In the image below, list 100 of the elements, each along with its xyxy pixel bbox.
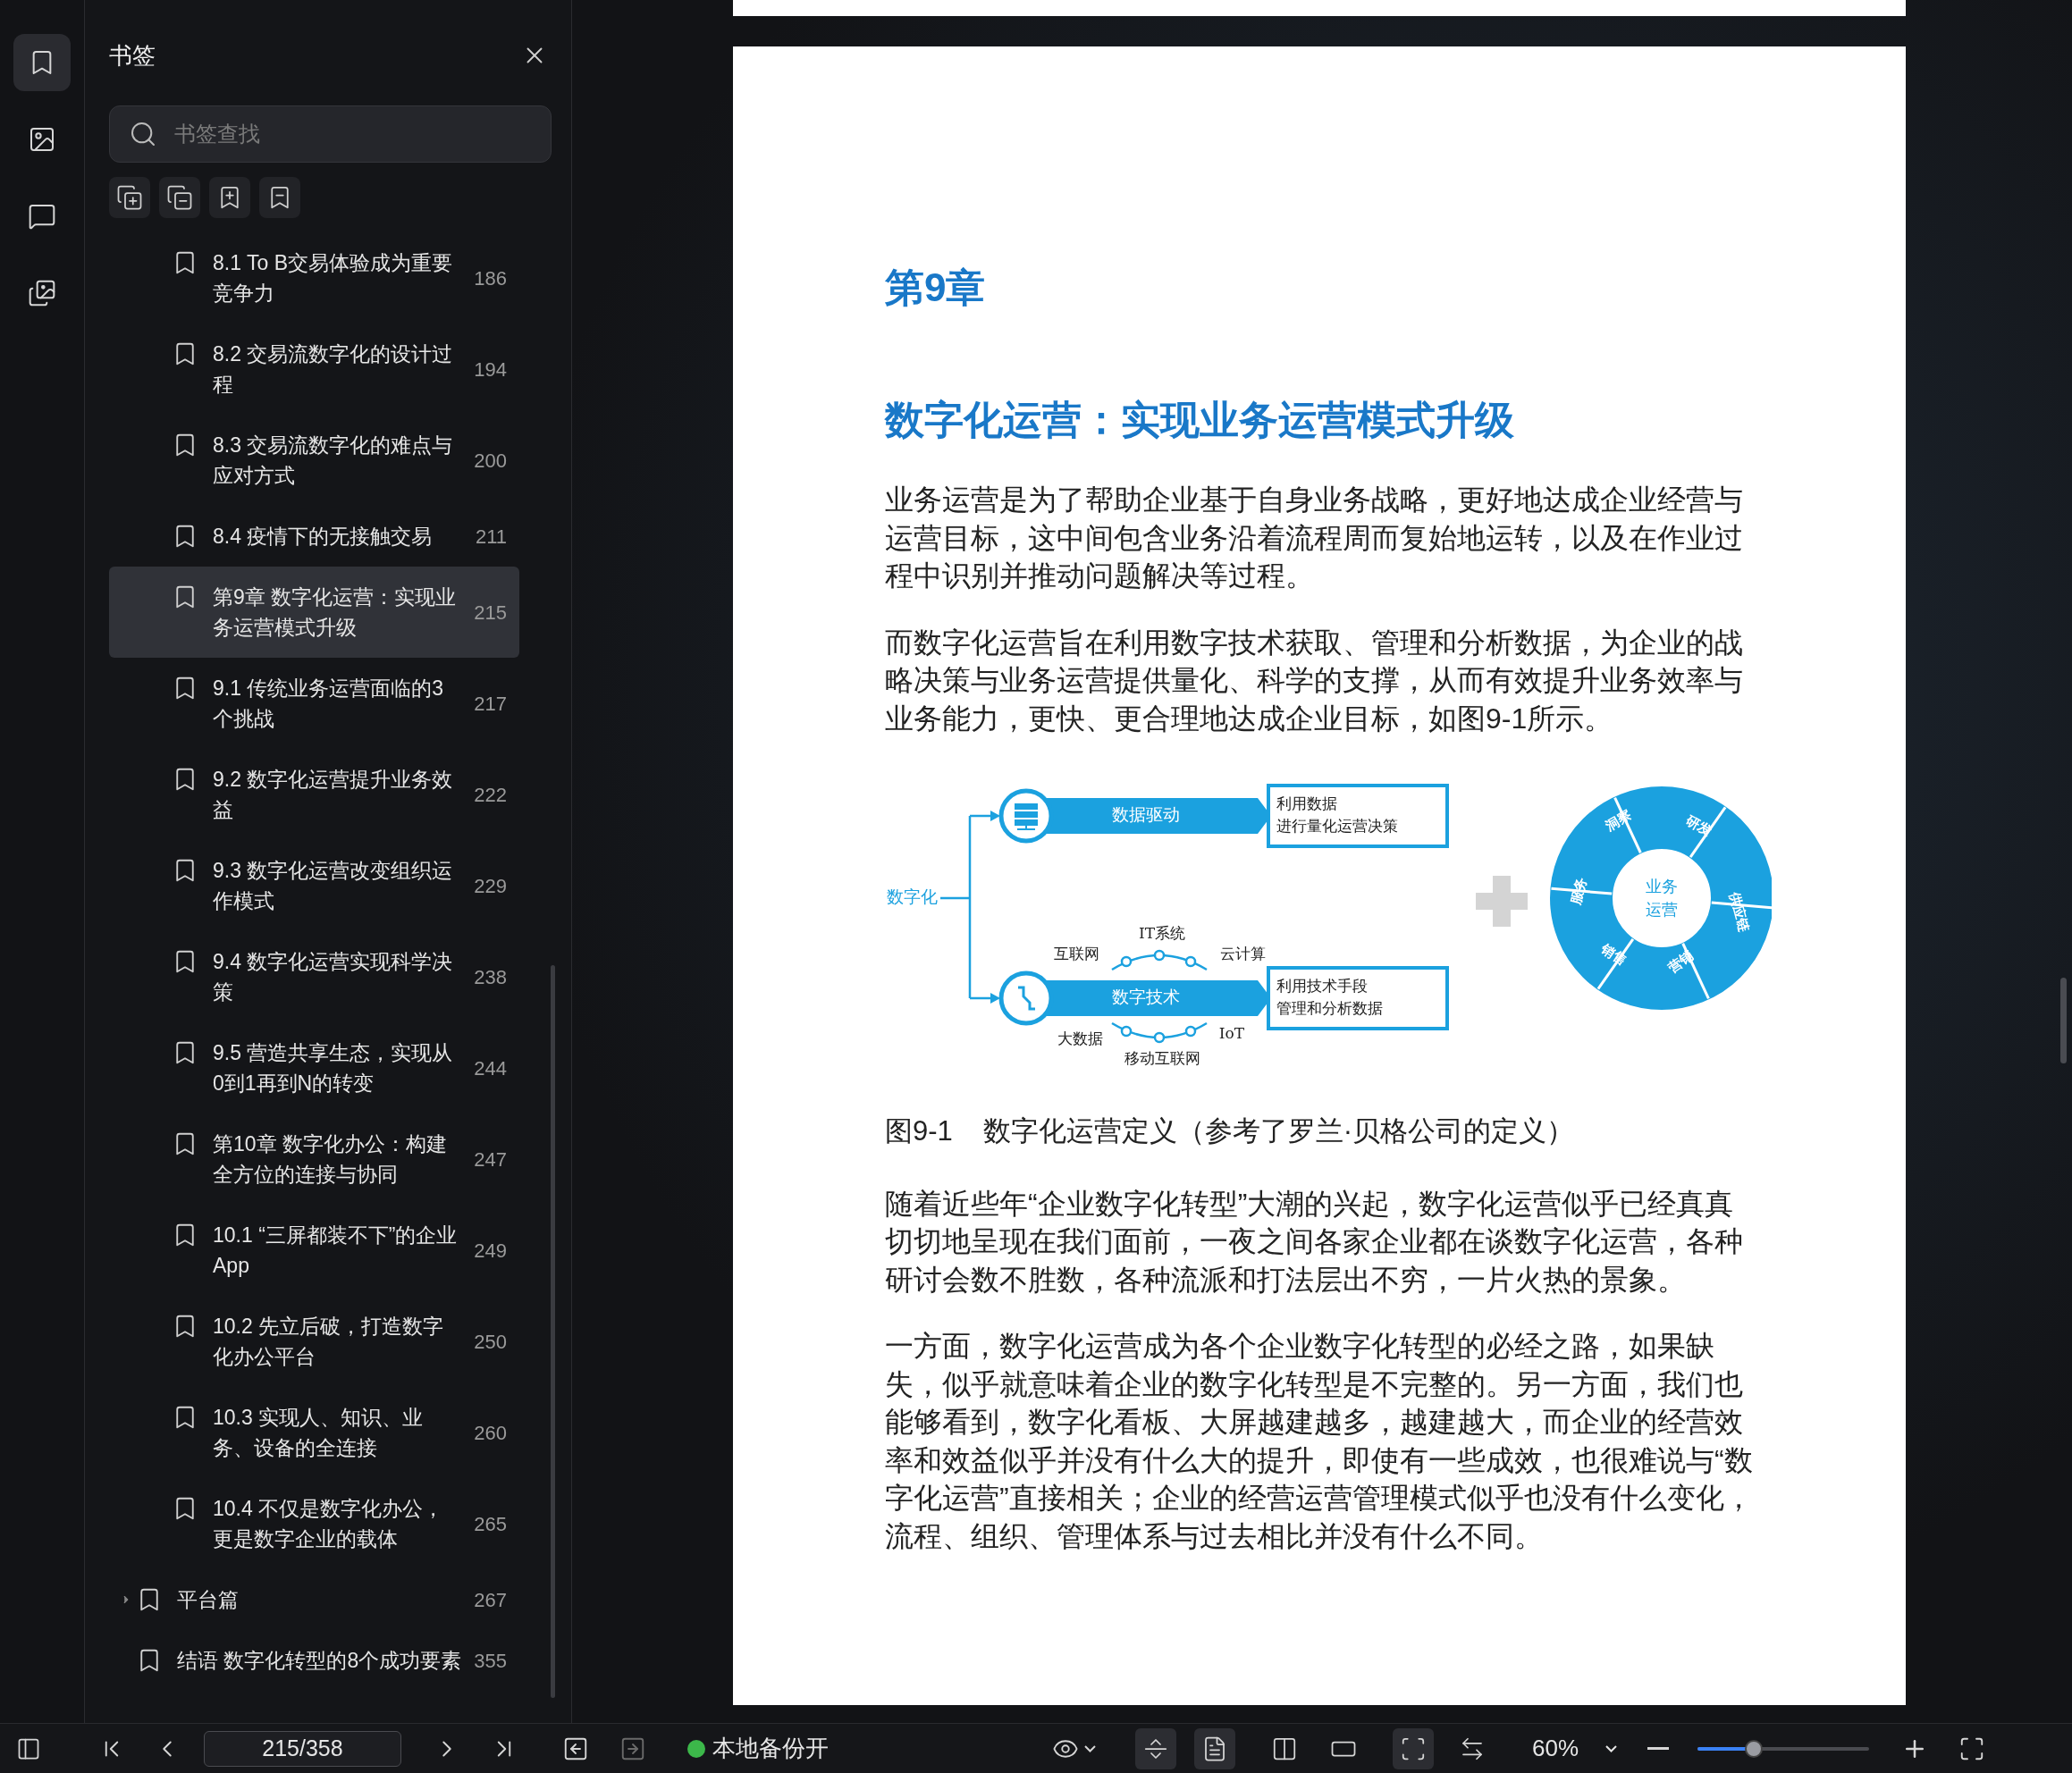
note-text: 进行量化运营决策	[1276, 818, 1398, 836]
bookmark-title: 10.4 不仅是数字化办公，更是数字企业的载体	[213, 1496, 445, 1552]
caret-icon	[1605, 1744, 1618, 1752]
view-mode-button[interactable]	[1194, 1727, 1235, 1769]
bookmark-item[interactable]: 第10章 数字化办公：构建全方位的连接与协同 247	[109, 1113, 519, 1205]
page-number: 267	[474, 1587, 507, 1613]
bookmark-item[interactable]: 9.5 营造共享生态，实现从0到1再到N的转变 244	[109, 1022, 519, 1113]
tech-label: IoT	[1218, 1023, 1245, 1042]
ring-center-label: 业务	[1646, 877, 1678, 895]
server-icon	[1015, 803, 1038, 830]
bookmark-title: 8.4 疫情下的无接触交易	[213, 524, 434, 550]
bookmark-title: 8.3 交易流数字化的难点与应对方式	[213, 433, 454, 489]
tech-label: IT系统	[1138, 923, 1186, 942]
body-paragraph: 而数字化运营旨在利用数字技术获取、管理和分析数据，为企业的战略决策与业务运营提供量化、科学的支撑，从而有效提升业务效率与业务能力，更快、更合理地达成企业目标，如图9-1所示。	[885, 625, 1743, 736]
body-paragraph: 业务运营是为了帮助企业基于自身业务战略，更好地达成企业经营与运营目标，这中间包含业务沿着流程周而复始地运转，以及在作业过程中识别并推动问题解决等过程。	[885, 483, 1743, 593]
tech-label: 移动互联网	[1124, 1048, 1200, 1067]
panel-title: 书签	[109, 40, 156, 71]
view-mode-button[interactable]	[1393, 1727, 1434, 1769]
body-paragraph: 一方面，数字化运营成为各个企业数字化转型的必经之路，如果缺失，似乎就意味着企业的数字化转型是不完整的。另一方面，我们也能够看到，数字化看板、大屏越建越多，越建越大，而企业的经营效率和效益似乎并没有什么大的提升，即使有一些成效，也很难说与“数字化运营”直接相关；企业的经营运营管理模式似乎也没有什么变化，流程、组织、管理体系与过去相比并没有什么不同。	[885, 1329, 1754, 1554]
bookmark-item[interactable]: 8.4 疫情下的无接触交易 211	[109, 506, 519, 567]
bookmark-item[interactable]: 10.4 不仅是数字化办公，更是数字企业的载体 265	[109, 1478, 519, 1569]
page-number: 244	[474, 1055, 507, 1081]
page-number: 186	[474, 265, 507, 291]
page-number: 194	[474, 357, 507, 382]
bookmark-item[interactable]: 9.3 数字化运营改变组织运作模式 229	[109, 840, 519, 931]
bookmark-item[interactable]: 10.3 实现人、知识、业务、设备的全连接 260	[109, 1387, 519, 1478]
bookmark-item[interactable]: 8.2 交易流数字化的设计过程 194	[109, 324, 519, 415]
bookmark-title: 9.4 数字化运营实现科学决策	[213, 949, 454, 1005]
scrollbar[interactable]	[2060, 978, 2067, 1063]
chapter-title: 数字化运营：实现业务运营模式升级	[885, 397, 1515, 443]
page-number: 355	[474, 1648, 507, 1674]
ring-center-label: 运营	[1646, 900, 1678, 919]
copy-plus-icon	[116, 184, 143, 211]
page-number: 229	[474, 873, 507, 899]
tool-button[interactable]	[159, 177, 200, 218]
rail-tab[interactable]	[13, 34, 71, 91]
bookmark-title: 8.2 交易流数字化的设计过程	[213, 341, 454, 398]
page-number: 211	[475, 524, 507, 550]
search-field[interactable]: 书签查找	[109, 105, 552, 163]
search-icon	[129, 120, 157, 148]
bookmark-item[interactable]: 平台篇 267	[109, 1569, 519, 1630]
figure-caption: 数字化运营定义（参考了罗兰·贝格公司的定义）	[982, 1114, 1575, 1148]
zoom-dropdown[interactable]: 60%	[1532, 1731, 1618, 1766]
bookmark-title: 第9章 数字化运营：实现业务运营模式升级	[213, 584, 458, 641]
scrollbar[interactable]	[551, 965, 555, 1698]
page-number: 200	[474, 448, 507, 474]
bookmark-title: 平台篇	[177, 1587, 240, 1613]
view-mode-button[interactable]	[1135, 1727, 1176, 1769]
page-number: 215	[474, 600, 507, 626]
bookmark-title: 结语 数字化转型的8个成功要素	[177, 1648, 463, 1674]
bookmark-title: 9.5 营造共享生态，实现从0到1再到N的转变	[213, 1040, 454, 1097]
path-icon	[1018, 986, 1035, 1011]
bookmark-item[interactable]: 9.1 传统业务运营面临的3个挑战 217	[109, 658, 519, 749]
tech-label: 互联网	[1053, 944, 1099, 962]
slider-thumb[interactable]	[1745, 1739, 1764, 1758]
tool-button[interactable]	[259, 177, 300, 218]
chapter-heading: 第9章	[885, 265, 987, 311]
images-icon	[28, 279, 56, 307]
minus-icon	[1647, 1747, 1670, 1750]
page-number: 250	[474, 1329, 507, 1355]
body-paragraph: 随着近些年“企业数字化转型”大潮的兴起，数字化运营似乎已经真真切切地呈现在我们面前，一夜之间各家企业都在谈数字化运营，各种研讨会数不胜数，各种流派和打法层出不穷，一片火热的景象。	[885, 1186, 1744, 1298]
bookmark-title: 10.1 “三屏都装不下”的企业App	[213, 1223, 459, 1279]
comment-icon	[28, 202, 56, 231]
band-label: 数字技术	[1112, 987, 1180, 1006]
page-number: 265	[474, 1511, 507, 1537]
ring-label: 服务	[1567, 875, 1589, 906]
bookmark-title: 9.2 数字化运营提升业务效益	[213, 767, 454, 823]
band-label: 数据驱动	[1112, 805, 1180, 824]
tool-button[interactable]	[209, 177, 250, 218]
tech-label: 云计算	[1219, 944, 1266, 962]
figure-number: 图9-1	[885, 1114, 953, 1148]
bookmark-title: 10.3 实现人、知识、业务、设备的全连接	[213, 1405, 425, 1461]
bookmark-item[interactable]: 8.3 交易流数字化的难点与应对方式 200	[109, 415, 519, 506]
bookmark-title: 10.2 先立后破，打造数字化办公平台	[213, 1314, 445, 1370]
plus-icon	[1476, 876, 1528, 927]
zoom-out-button[interactable]	[1647, 1747, 1670, 1750]
page-number: 217	[474, 691, 507, 717]
bookmark-item[interactable]: 10.2 先立后破，打造数字化办公平台 250	[109, 1296, 519, 1387]
caret-icon	[1084, 1744, 1096, 1752]
bookmark-title: 8.1 To B交易体验成为重要竞争力	[213, 250, 453, 307]
diagram-label: 数字化	[887, 887, 938, 906]
tool-button[interactable]	[109, 177, 150, 218]
page-number: 222	[474, 782, 507, 808]
page-number: 238	[474, 964, 507, 990]
bookmark-title: 9.1 传统业务运营面临的3个挑战	[213, 676, 445, 732]
bookmark-title: 9.3 数字化运营改变组织运作模式	[213, 858, 454, 914]
bookmark-item[interactable]: 9.2 数字化运营提升业务效益 222	[109, 749, 519, 840]
note-text: 利用技术手段	[1276, 978, 1368, 996]
page-number: 249	[474, 1238, 507, 1264]
bookmark-item[interactable]: 结语 数字化转型的8个成功要素 355	[109, 1630, 519, 1691]
page-number-field[interactable]: 215/358	[204, 1730, 401, 1767]
page-number: 260	[474, 1420, 507, 1446]
note-text: 管理和分析数据	[1276, 1000, 1383, 1018]
bookmark-item[interactable]: 8.1 To B交易体验成为重要竞争力 186	[109, 232, 519, 324]
bookmark-item[interactable]: 9.4 数字化运营实现科学决策 238	[109, 931, 519, 1022]
copy-minus-icon	[166, 184, 193, 211]
note-text: 利用数据	[1276, 795, 1337, 813]
bookmark-title: 第10章 数字化办公：构建全方位的连接与协同	[213, 1131, 448, 1188]
image-icon	[28, 125, 56, 154]
page-number: 247	[474, 1147, 507, 1172]
